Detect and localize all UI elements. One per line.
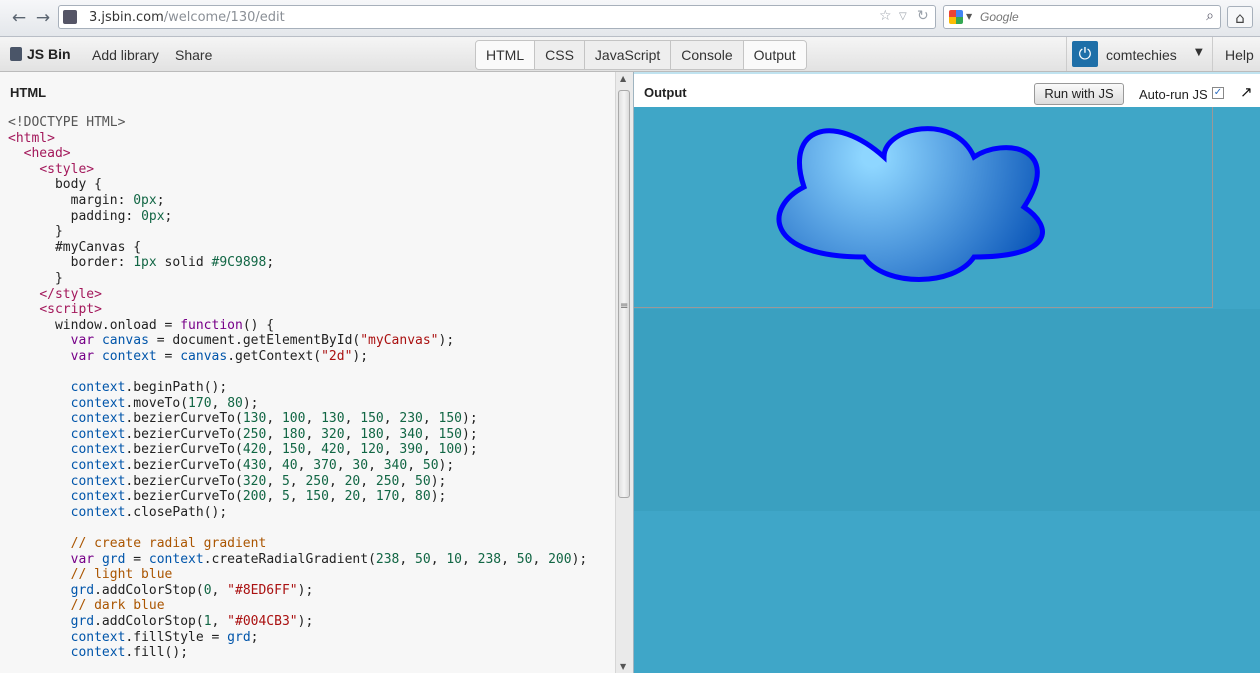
code-line: #myCanvas { (8, 239, 142, 255)
scrollbar-thumb[interactable]: ≡ (618, 90, 630, 498)
help-button[interactable]: Help (1225, 47, 1254, 63)
power-avatar-icon: ⏻ (1072, 41, 1098, 67)
code-line: var context = canvas.getContext("2d"); (70, 348, 369, 364)
search-icon[interactable]: ⌕ (1206, 8, 1214, 24)
code-line: context.bezierCurveTo(320, 5, 250, 20, 2… (70, 473, 447, 489)
code-line: window.onload = function() { (8, 317, 275, 333)
editor-scrollbar[interactable]: ▲ ≡ ▼ (615, 72, 633, 673)
scroll-up-icon[interactable]: ▲ (620, 74, 626, 83)
code-line: // create radial gradient (8, 536, 267, 552)
code-line: <style> (39, 161, 95, 177)
add-library-button[interactable]: Add library (92, 47, 159, 63)
code-line: // light blue (8, 567, 173, 583)
tab-javascript[interactable]: JavaScript (585, 41, 672, 69)
grip-icon: ≡ (620, 301, 629, 312)
browser-toolbar: ← → 3.jsbin.com/welcome/130/edit ☆ ▽ ↻ ▼… (0, 0, 1260, 37)
code-line: var grd = context.createRadialGradient(2… (70, 551, 588, 567)
code-line: padding: 0px; (8, 208, 173, 224)
url-host: 3.jsbin.com (89, 10, 164, 25)
share-button[interactable]: Share (175, 47, 212, 63)
code-line: context.fillStyle = grd; (70, 629, 259, 645)
jsbin-toolbar: JS Bin Add library Share HTML CSS JavaSc… (0, 37, 1260, 72)
code-line: <!DOCTYPE HTML> (8, 115, 126, 130)
bookmark-star-icon[interactable]: ☆ (879, 8, 892, 24)
chevron-down-icon[interactable]: ▼ (1195, 47, 1203, 58)
code-line: var canvas = document.getElementById("my… (70, 333, 455, 349)
code-line: </style> (39, 286, 102, 302)
code-line: } (8, 224, 63, 240)
back-arrow-icon[interactable]: ← (8, 8, 30, 28)
my-canvas (634, 107, 1213, 308)
search-bar[interactable]: ▼ Google ⌕ (943, 5, 1221, 29)
panel-switcher: HTML CSS JavaScript Console Output (475, 40, 807, 70)
output-background (634, 309, 1260, 511)
autorun-checkbox[interactable]: ✓ (1212, 87, 1224, 99)
output-background (634, 511, 1260, 673)
code-line: context.bezierCurveTo(200, 5, 150, 20, 1… (70, 489, 447, 505)
google-logo-icon (949, 10, 963, 24)
html-panel: HTML <!DOCTYPE HTML> <html> <head> <style… (0, 72, 615, 673)
code-line: border: 1px solid #9C9898; (8, 255, 275, 271)
popout-arrow-icon[interactable]: ↗ (1240, 83, 1253, 101)
forward-arrow-icon[interactable]: → (32, 8, 54, 28)
cloud-shape (776, 126, 1045, 282)
url-text: 3.jsbin.com/welcome/130/edit (89, 10, 285, 25)
output-header: Output Run with JS Auto-run JS ✓ ↗ (634, 72, 1260, 107)
code-line: <script> (39, 302, 102, 318)
code-line: <head> (23, 146, 71, 162)
code-line: // dark blue (8, 598, 165, 614)
site-favicon-icon (63, 10, 77, 24)
search-placeholder: Google (980, 10, 1019, 24)
tab-html[interactable]: HTML (476, 41, 536, 69)
jsbin-logo-text: JS Bin (27, 46, 71, 62)
autorun-label: Auto-run JS (1139, 87, 1208, 102)
cloud-drawing (776, 126, 1045, 282)
code-line: context.closePath(); (70, 504, 228, 520)
run-with-js-button[interactable]: Run with JS (1034, 83, 1124, 105)
history-dropdown-icon[interactable]: ▽ (899, 11, 907, 22)
code-line: context.bezierCurveTo(420, 150, 420, 120… (70, 442, 478, 458)
user-menu[interactable]: ⏻ comtechies ▼ (1066, 37, 1213, 71)
code-line: grd.addColorStop(0, "#8ED6FF"); (70, 582, 314, 598)
jsbin-logo-icon (10, 47, 22, 61)
code-line: context.fill(); (70, 645, 189, 661)
home-icon[interactable]: ⌂ (1227, 6, 1253, 28)
username: comtechies (1106, 47, 1177, 63)
scroll-down-icon[interactable]: ▼ (620, 662, 626, 671)
code-line: margin: 0px; (8, 192, 165, 208)
code-line: context.bezierCurveTo(130, 100, 130, 150… (70, 411, 478, 427)
code-editor[interactable]: <!DOCTYPE HTML> <html> <head> <style> bod… (8, 115, 587, 661)
code-line: body { (8, 177, 102, 193)
tab-css[interactable]: CSS (535, 41, 585, 69)
output-panel: Output Run with JS Auto-run JS ✓ ↗ (633, 72, 1260, 673)
search-engine-dropdown-icon[interactable]: ▼ (966, 12, 972, 21)
code-line: } (8, 270, 63, 286)
code-line: context.beginPath(); (70, 380, 228, 396)
code-line: context.bezierCurveTo(250, 180, 320, 180… (70, 426, 478, 442)
reload-icon[interactable]: ↻ (917, 8, 929, 24)
code-line: context.bezierCurveTo(430, 40, 370, 30, … (70, 458, 455, 474)
tab-console[interactable]: Console (671, 41, 744, 69)
html-panel-title: HTML (10, 85, 47, 100)
code-line: grd.addColorStop(1, "#004CB3"); (70, 614, 314, 629)
jsbin-logo[interactable]: JS Bin (10, 46, 71, 62)
tab-output[interactable]: Output (743, 41, 806, 69)
address-bar[interactable]: 3.jsbin.com/welcome/130/edit ☆ ▽ ↻ (58, 5, 936, 29)
code-line: context.moveTo(170, 80); (70, 395, 259, 411)
url-path: /welcome/130/edit (163, 10, 285, 25)
output-panel-title: Output (644, 85, 687, 100)
code-line: <html> (8, 130, 55, 146)
